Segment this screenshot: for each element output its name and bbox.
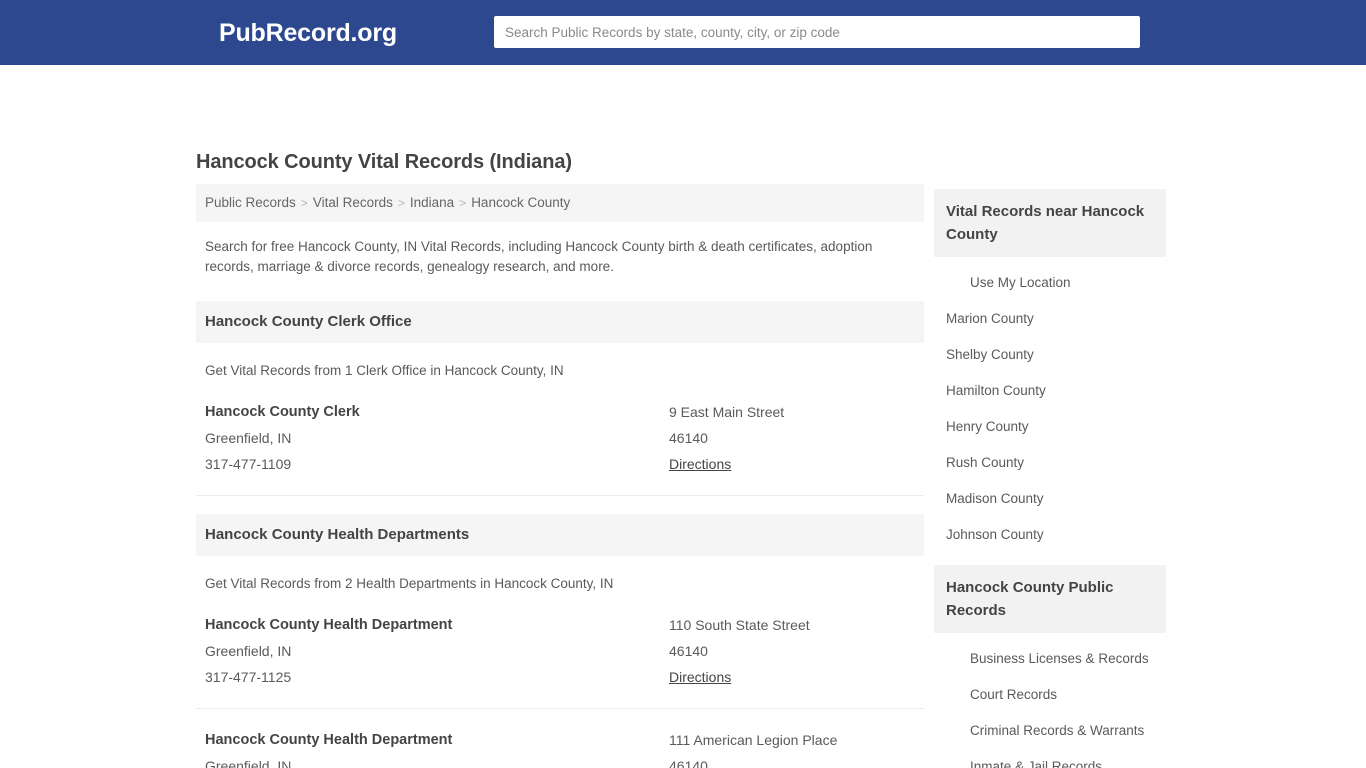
near-county-item[interactable]: Hamilton County: [934, 373, 1166, 409]
section-list: Hancock County Clerk Office Get Vital Rec…: [196, 301, 924, 768]
listing-details: Hancock County Clerk Greenfield, IN 317-47…: [205, 399, 669, 477]
breadcrumb-separator: >: [300, 196, 308, 210]
breadcrumb-item-1[interactable]: Public Records: [205, 195, 296, 210]
site-header: PubRecord.org: [0, 0, 1366, 65]
breadcrumb-item-4[interactable]: Hancock County: [471, 195, 570, 210]
public-record-item[interactable]: Business Licenses & Records: [934, 641, 1166, 677]
near-county-item[interactable]: Johnson County: [934, 517, 1166, 553]
near-county-item[interactable]: Rush County: [934, 445, 1166, 481]
records-panel: Hancock County Public Records Business L…: [934, 565, 1166, 768]
listing-address: 110 South State Street 46140 Directions: [669, 612, 915, 690]
near-county-item[interactable]: Henry County: [934, 409, 1166, 445]
search-input[interactable]: [494, 16, 1140, 48]
listing-row: Hancock County Health Department Greenfie…: [196, 727, 924, 768]
section-subtext: Get Vital Records from 2 Health Departme…: [205, 576, 614, 591]
near-county-item[interactable]: Marion County: [934, 301, 1166, 337]
near-panel-title: Vital Records near Hancock County: [934, 189, 1166, 257]
section-heading: Hancock County Health Departments: [196, 514, 924, 556]
breadcrumb-separator: >: [397, 196, 405, 210]
sidebar: Vital Records near Hancock County Use My…: [934, 189, 1166, 768]
search-box: [494, 16, 1140, 48]
near-panel: Vital Records near Hancock County Use My…: [934, 189, 1166, 553]
listing-name[interactable]: Hancock County Health Department: [205, 612, 669, 638]
listing-address: 9 East Main Street 46140 Directions: [669, 399, 915, 477]
listing-details: Hancock County Health Department Greenfie…: [205, 727, 669, 768]
listing-address: 111 American Legion Place46140Directions: [669, 727, 915, 768]
section-subtext: Get Vital Records from 1 Clerk Office in…: [205, 363, 564, 378]
listing-row: Hancock County Clerk Greenfield, IN 317-47…: [196, 399, 924, 496]
listing-city-state: Greenfield, IN: [205, 430, 292, 446]
public-record-item[interactable]: Inmate & Jail Records: [934, 749, 1166, 768]
listing-street: 110 South State Street: [669, 617, 810, 633]
site-logo[interactable]: PubRecord.org: [219, 18, 397, 48]
listing-street: 111 American Legion Place: [669, 732, 838, 748]
breadcrumb-item-3[interactable]: Indiana: [410, 195, 454, 210]
listing-name[interactable]: Hancock County Clerk: [205, 399, 669, 425]
listing-row: Hancock County Health Department Greenfie…: [196, 612, 924, 709]
records-section: Hancock County Clerk Office Get Vital Rec…: [196, 301, 924, 496]
main-content: Hancock County Vital Records (Indiana) P…: [196, 149, 924, 768]
directions-link[interactable]: Directions: [669, 664, 731, 690]
listing-zip: 46140: [669, 430, 708, 446]
listing-phone: 317-477-1109: [205, 456, 292, 472]
listing-phone: 317-477-1125: [205, 669, 292, 685]
directions-link[interactable]: Directions: [669, 451, 731, 477]
listing-street: 9 East Main Street: [669, 404, 785, 420]
records-panel-title: Hancock County Public Records: [934, 565, 1166, 633]
breadcrumb-item-2[interactable]: Vital Records: [313, 195, 393, 210]
use-my-location-item[interactable]: Use My Location: [934, 265, 1166, 301]
near-county-list: Use My Location Marion County Shelby Count…: [934, 257, 1166, 553]
listing-city-state: Greenfield, IN: [205, 758, 292, 768]
public-records-list: Business Licenses & Records Court Records…: [934, 633, 1166, 768]
listing-details: Hancock County Health Department Greenfie…: [205, 612, 669, 690]
listing-name[interactable]: Hancock County Health Department: [205, 727, 669, 753]
near-county-item[interactable]: Shelby County: [934, 337, 1166, 373]
intro-paragraph: Search for free Hancock County, IN Vital…: [205, 239, 873, 274]
public-record-item[interactable]: Court Records: [934, 677, 1166, 713]
public-record-item[interactable]: Criminal Records & Warrants: [934, 713, 1166, 749]
listing-zip: 46140: [669, 643, 708, 659]
section-heading: Hancock County Clerk Office: [196, 301, 924, 343]
near-county-item[interactable]: Madison County: [934, 481, 1166, 517]
page-title: Hancock County Vital Records (Indiana): [196, 151, 572, 173]
breadcrumb: Public Records > Vital Records > Indiana > Han…: [196, 184, 924, 222]
listing-zip: 46140: [669, 758, 708, 768]
breadcrumb-separator: >: [459, 196, 467, 210]
records-section: Hancock County Health Departments Get Vit…: [196, 514, 924, 768]
listing-city-state: Greenfield, IN: [205, 643, 292, 659]
